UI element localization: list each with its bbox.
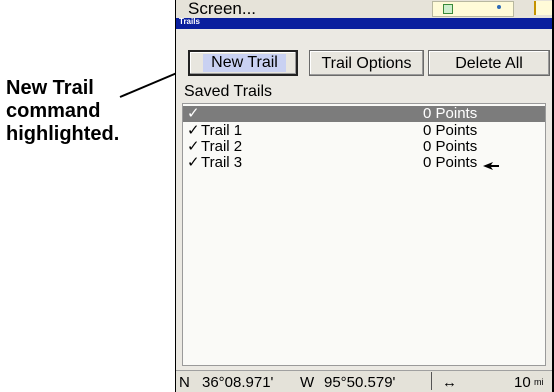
new-trail-button[interactable]: New Trail bbox=[188, 50, 298, 76]
callout-line-3: highlighted. bbox=[6, 123, 120, 145]
check-icon: ✓ bbox=[187, 122, 200, 139]
gauge-end bbox=[534, 1, 552, 15]
gauge-square-icon bbox=[443, 4, 453, 14]
top-menu-bar: Screen... bbox=[176, 0, 552, 18]
callout-line-1: New Trail bbox=[6, 77, 94, 99]
new-trail-label: New Trail bbox=[203, 54, 286, 72]
position-status-bar: N 36°08.971' W 95°50.579' ↔ 10 mi bbox=[176, 370, 552, 392]
latitude-hemisphere: N bbox=[179, 374, 190, 391]
dialog-title-bar: Trails bbox=[176, 17, 552, 29]
longitude-value: 95°50.579' bbox=[324, 374, 396, 391]
trail-options-button[interactable]: Trail Options bbox=[309, 50, 424, 76]
trail-points: 0 Points bbox=[423, 154, 478, 171]
trail-name: Trail 1 bbox=[201, 122, 243, 139]
longitude-hemisphere: W bbox=[300, 374, 315, 391]
trail-row[interactable]: ✓ Trail 1 0 Points bbox=[183, 123, 545, 139]
gps-screen: Screen... Trails New Trail Trail Options… bbox=[176, 0, 552, 392]
trail-row[interactable]: ✓ 0 Points bbox=[183, 106, 545, 122]
trails-panel: New Trail Trail Options Delete All Saved… bbox=[176, 29, 552, 370]
status-gauge bbox=[432, 1, 514, 17]
scale-unit: mi bbox=[534, 377, 544, 387]
check-icon: ✓ bbox=[187, 154, 200, 171]
device-frame: Screen... Trails New Trail Trail Options… bbox=[175, 0, 554, 392]
callout-line-2: command bbox=[6, 100, 101, 122]
dialog-title: Trails bbox=[179, 17, 200, 26]
trail-row[interactable]: ✓ Trail 2 0 Points bbox=[183, 139, 545, 155]
callout-text: New Trail command highlighted. bbox=[6, 77, 166, 146]
arrow-pointer-icon bbox=[483, 162, 499, 170]
latitude-value: 36°08.971' bbox=[202, 374, 274, 391]
scale-value: 10 bbox=[514, 374, 531, 391]
scale-icon: ↔ bbox=[442, 374, 457, 391]
saved-trails-heading: Saved Trails bbox=[184, 83, 273, 100]
trail-points: 0 Points bbox=[423, 122, 478, 139]
delete-all-button[interactable]: Delete All bbox=[428, 50, 550, 76]
check-icon: ✓ bbox=[187, 105, 200, 122]
saved-trails-list[interactable]: ✓ 0 Points ✓ Trail 1 0 Points ✓ Trail 2 … bbox=[182, 103, 546, 366]
trail-name: Trail 3 bbox=[201, 154, 243, 171]
trail-points: 0 Points bbox=[423, 105, 478, 122]
trail-points: 0 Points bbox=[423, 138, 478, 155]
status-divider bbox=[431, 372, 432, 390]
check-icon: ✓ bbox=[187, 138, 200, 155]
trail-name: Trail 2 bbox=[201, 138, 243, 155]
gauge-dot-icon bbox=[497, 5, 501, 9]
